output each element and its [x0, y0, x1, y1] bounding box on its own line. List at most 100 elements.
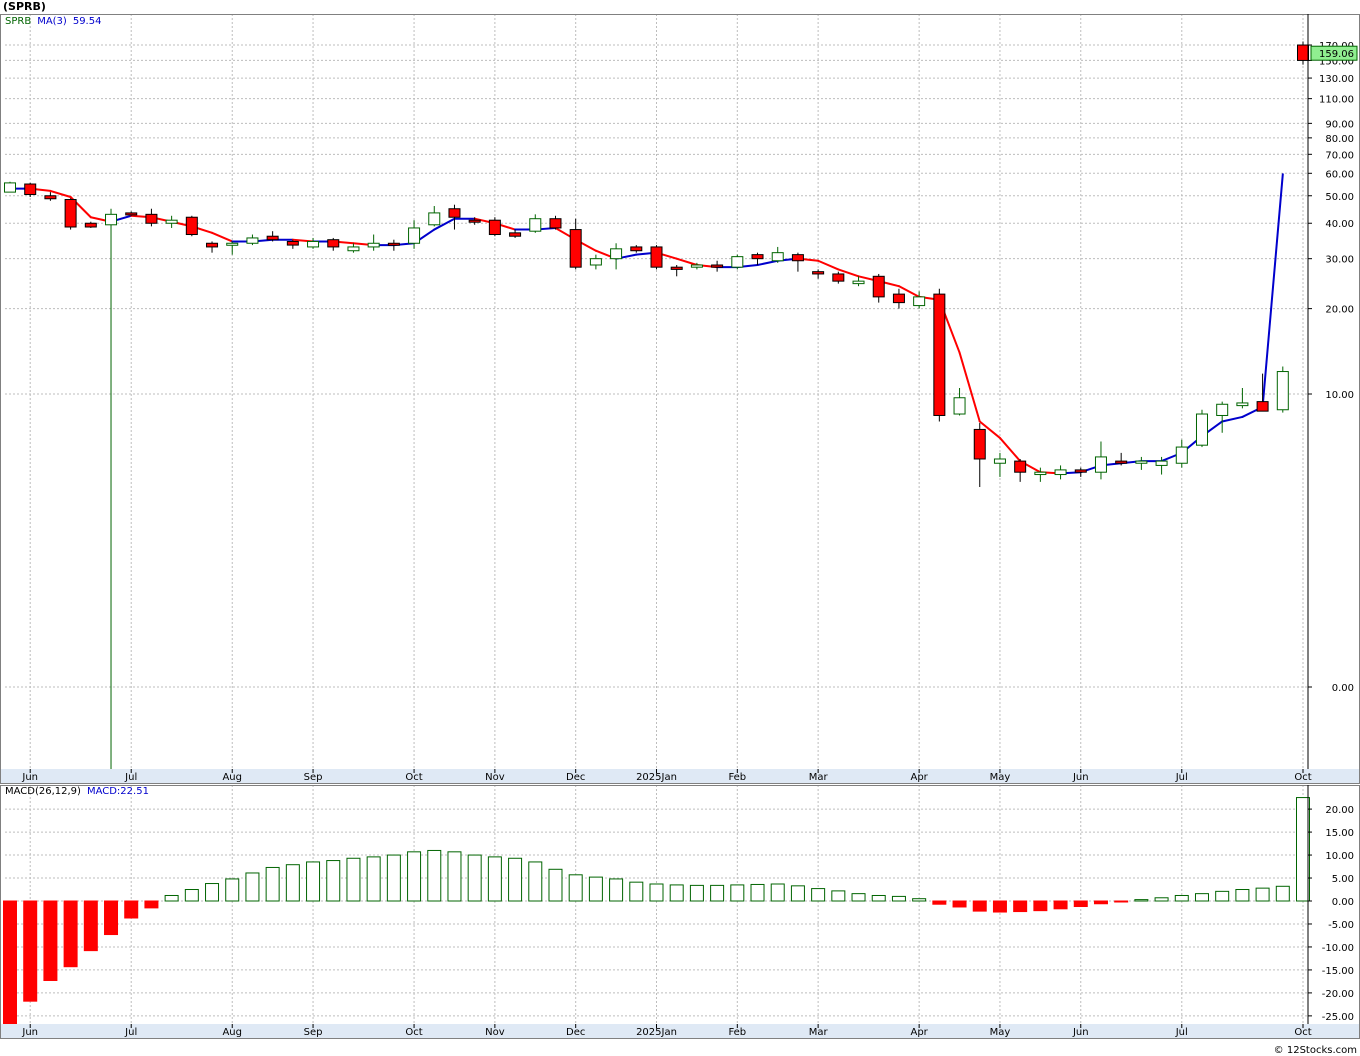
candle-body — [1297, 44, 1309, 61]
price-y-tick-label: 80.00 — [1325, 134, 1354, 145]
macd-bar — [669, 884, 684, 902]
candle-body — [1256, 401, 1269, 412]
candle-body — [1115, 460, 1128, 464]
macd-x-tick-label: Jul — [1175, 1027, 1188, 1038]
candle-body — [812, 271, 825, 275]
candle-body — [1074, 469, 1087, 473]
macd-bar — [447, 851, 462, 902]
price-x-tick-label: Feb — [728, 772, 746, 783]
price-candle — [24, 182, 37, 197]
stock-chart: 0.00 10.00 20.00 30.00 40.00 50.00 60.00 70.00 8… — [0, 0, 1360, 1056]
candle-body — [226, 242, 239, 246]
candle-body — [64, 199, 77, 228]
candle-body — [791, 254, 804, 262]
macd-x-tick-label: Sep — [304, 1027, 323, 1038]
candle-body — [367, 242, 380, 248]
candle-body — [44, 195, 57, 200]
price-candle — [933, 288, 946, 422]
macd-bar — [568, 874, 583, 902]
candle-body — [387, 242, 400, 246]
price-x-tick-label: Aug — [222, 772, 242, 783]
price-y-tick-label: 40.00 — [1325, 219, 1354, 230]
candle-body — [751, 254, 764, 260]
macd-x-tick-label: Nov — [485, 1027, 505, 1038]
macd-x-tick-label: May — [990, 1027, 1011, 1038]
macd-bar — [23, 900, 38, 1002]
price-x-tick-label: Dec — [566, 772, 585, 783]
macd-bar — [1134, 899, 1149, 902]
legend-symbol: SPRB — [5, 16, 32, 27]
macd-bar — [1215, 890, 1230, 902]
candle-body — [630, 246, 643, 252]
macd-bar — [487, 856, 502, 902]
price-y-tick-label: 0.00 — [1332, 683, 1354, 694]
macd-x-axis-bar — [0, 1024, 1360, 1038]
price-x-tick-label: May — [990, 772, 1011, 783]
macd-bar — [144, 900, 159, 909]
candle-body — [488, 219, 501, 236]
macd-bar — [912, 898, 927, 902]
price-y-tick-label: 60.00 — [1325, 169, 1354, 180]
candle-body — [105, 213, 118, 226]
macd-bar — [346, 857, 361, 902]
candle-body — [690, 264, 703, 268]
macd-bar — [1255, 887, 1270, 902]
macd-bar — [467, 854, 482, 902]
macd-bar — [629, 881, 644, 902]
macd-bar — [1275, 885, 1290, 902]
candle-body — [529, 218, 542, 232]
macd-legend: MACD(26,12,9) MACD:22.51 — [5, 786, 155, 797]
price-x-tick-label: Mar — [809, 772, 829, 783]
candle-body — [933, 293, 946, 416]
macd-bar — [649, 883, 664, 902]
macd-bar — [1013, 900, 1028, 913]
price-candle — [185, 215, 198, 237]
candle-body — [185, 216, 198, 236]
macd-bar — [588, 876, 603, 902]
macd-bar — [164, 894, 179, 902]
candle-body — [670, 266, 683, 270]
macd-bar — [1033, 900, 1048, 912]
price-x-tick-label: Jun — [1072, 772, 1089, 783]
macd-bar — [104, 900, 119, 936]
macd-bar — [1114, 900, 1129, 903]
macd-bar — [1174, 894, 1189, 902]
macd-bar — [730, 884, 745, 902]
price-legend: SPRB MA(3) 59.54 — [5, 16, 107, 27]
macd-bar — [952, 900, 967, 908]
macd-x-tick-label: Aug — [222, 1027, 242, 1038]
candle-body — [892, 293, 905, 304]
candle-body — [711, 264, 724, 268]
price-candle — [64, 198, 77, 230]
macd-x-tick-label: Jun — [1072, 1027, 1089, 1038]
candle-body — [266, 235, 279, 241]
macd-bar — [811, 888, 826, 902]
macd-bar — [326, 860, 341, 902]
macd-bar — [124, 900, 139, 919]
candle-body — [832, 273, 845, 282]
candle-body — [1135, 460, 1148, 464]
macd-bar — [528, 861, 543, 902]
macd-x-tick-label: Oct — [1294, 1027, 1311, 1038]
price-y-tick-label: 50.00 — [1325, 192, 1354, 203]
price-x-tick-label: Jul — [1175, 772, 1188, 783]
candle-body — [408, 227, 421, 244]
candle-body — [731, 256, 744, 268]
price-y-tick-label: 90.00 — [1325, 119, 1354, 130]
price-candle — [1276, 366, 1289, 413]
candle-body — [589, 258, 602, 266]
macd-bar — [83, 900, 98, 952]
price-y-tick-label: 70.00 — [1325, 150, 1354, 161]
macd-x-tick-label: Dec — [566, 1027, 585, 1038]
price-x-tick-label: Jul — [124, 772, 137, 783]
price-y-tick-label: 30.00 — [1325, 255, 1354, 266]
macd-bar — [992, 900, 1007, 913]
candle-body — [650, 246, 663, 268]
legend-macd-label: MACD(26,12,9) — [5, 786, 81, 797]
candle-body — [872, 275, 885, 298]
legend-ma-label: MA(3) — [37, 16, 67, 27]
macd-x-tick-label: 2025Jan — [636, 1027, 677, 1038]
candle-body — [468, 219, 481, 223]
credit-text: © 12Stocks.com — [1273, 1045, 1357, 1056]
macd-bar — [366, 856, 381, 902]
